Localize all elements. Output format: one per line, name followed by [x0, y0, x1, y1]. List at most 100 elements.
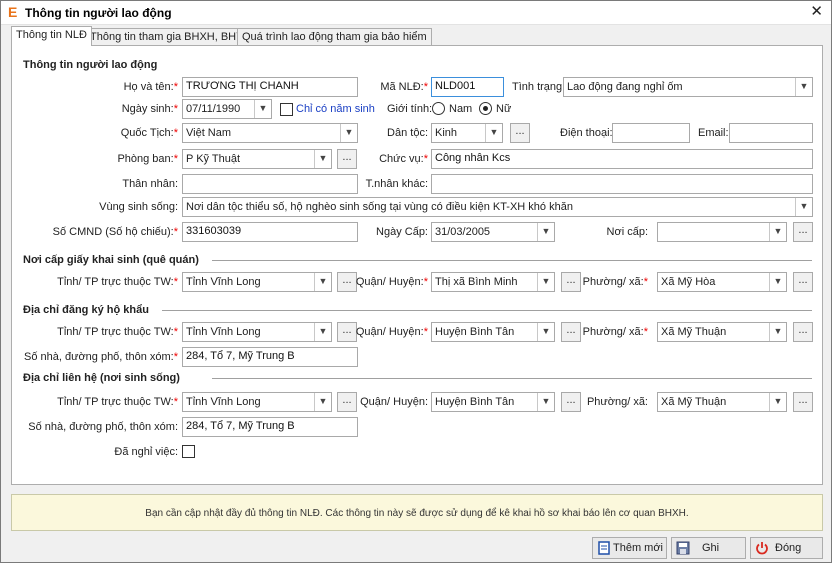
chevron-down-icon[interactable]: ▼ — [769, 223, 786, 241]
contact-huyen-more-button[interactable]: ... — [561, 392, 581, 412]
birth-xa-value: Xã Mỹ Hòa — [661, 276, 716, 288]
tab-qua-trinh-lao-dong[interactable]: Quá trình lao động tham gia bảo hiểm — [237, 28, 432, 45]
xa-label: Phường/ xã:* — [582, 276, 648, 288]
quoc-tich-label: Quốc Tịch:* — [120, 127, 178, 139]
contact-xa-more-button[interactable]: ... — [793, 392, 813, 412]
da-nghi-viec-checkbox[interactable] — [182, 445, 195, 458]
xa-label: Phường/ xã: — [586, 396, 648, 408]
new-document-icon — [598, 541, 610, 555]
dien-thoai-input[interactable] — [612, 123, 690, 143]
dong-button[interactable]: Đóng — [750, 537, 823, 559]
chevron-down-icon[interactable]: ▼ — [340, 124, 357, 142]
chi-nam-sinh-label[interactable]: Chỉ có năm sinh — [296, 103, 375, 115]
gioi-tinh-nu-radio[interactable] — [479, 102, 492, 115]
tinh-trang-label: Tình trạng: — [512, 81, 566, 93]
chevron-down-icon[interactable]: ▼ — [537, 273, 554, 291]
birth-huyen-select[interactable]: Thị xã Bình Minh ▼ — [431, 272, 555, 292]
household-huyen-select[interactable]: Huyện Bình Tân ▼ — [431, 322, 555, 342]
contact-huyen-select[interactable]: Huyện Bình Tân ▼ — [431, 392, 555, 412]
birth-xa-more-button[interactable]: ... — [793, 272, 813, 292]
dong-label: Đóng — [775, 542, 802, 554]
household-xa-value: Xã Mỹ Thuận — [661, 326, 727, 338]
nu-label: Nữ — [496, 103, 512, 115]
dan-toc-select[interactable]: Kinh ▼ — [431, 123, 503, 143]
notice-banner: Bạn cần cập nhật đầy đủ thông tin NLĐ. C… — [11, 494, 823, 531]
chevron-down-icon[interactable]: ▼ — [537, 393, 554, 411]
huyen-label: Quận/ Huyện:* — [355, 326, 428, 338]
them-moi-button[interactable]: Thêm mới — [592, 537, 667, 559]
than-nhan-input[interactable] — [182, 174, 358, 194]
chevron-down-icon[interactable]: ▼ — [314, 323, 331, 341]
da-nghi-viec-label: Đã nghỉ việc: — [114, 446, 178, 458]
noi-cap-select[interactable]: ▼ — [657, 222, 787, 242]
household-xa-more-button[interactable]: ... — [793, 322, 813, 342]
ngay-cap-picker[interactable]: 31/03/2005 ▼ — [431, 222, 555, 242]
birth-tinh-more-button[interactable]: ... — [337, 272, 357, 292]
contact-xa-value: Xã Mỹ Thuận — [661, 396, 727, 408]
contact-xa-select[interactable]: Xã Mỹ Thuận ▼ — [657, 392, 787, 412]
dan-toc-value: Kinh — [435, 127, 458, 139]
household-huyen-more-button[interactable]: ... — [561, 322, 581, 342]
chevron-down-icon[interactable]: ▼ — [254, 100, 271, 118]
so-nha-label: Số nhà, đường phố, thôn xóm: — [28, 421, 178, 433]
chuc-vu-input[interactable]: Công nhân Kcs — [431, 149, 813, 169]
contact-so-nha-input[interactable]: 284, Tổ 7, Mỹ Trung B — [182, 417, 358, 437]
ghi-button[interactable]: Ghi — [671, 537, 746, 559]
contact-tinh-more-button[interactable]: ... — [337, 392, 357, 412]
ma-nld-input[interactable]: NLD001 — [431, 77, 504, 97]
household-xa-select[interactable]: Xã Mỹ Thuận ▼ — [657, 322, 787, 342]
dan-toc-label: Dân tộc: — [387, 127, 428, 139]
noi-cap-more-button[interactable]: ... — [793, 222, 813, 242]
household-tinh-more-button[interactable]: ... — [337, 322, 357, 342]
ngay-sinh-picker[interactable]: 07/11/1990 ▼ — [182, 99, 272, 119]
section-divider — [162, 310, 812, 311]
tab-thong-tin-nld[interactable]: Thông tin NLĐ — [11, 26, 92, 46]
chevron-down-icon[interactable]: ▼ — [769, 393, 786, 411]
quoc-tich-select[interactable]: Việt Nam ▼ — [182, 123, 358, 143]
tinh-trang-select[interactable]: Lao động đang nghỉ ốm ▼ — [563, 77, 813, 97]
vung-sinh-song-select[interactable]: Nơi dân tộc thiểu số, hộ nghèo sinh sống… — [182, 197, 813, 217]
gioi-tinh-nam-radio[interactable] — [432, 102, 445, 115]
huyen-label: Quận/ Huyện: — [360, 396, 428, 408]
so-cmnd-label: Số CMND (Số hộ chiếu):* — [52, 226, 178, 238]
huyen-label: Quận/ Huyện:* — [355, 276, 428, 288]
phong-ban-label: Phòng ban:* — [117, 153, 178, 165]
household-tinh-select[interactable]: Tỉnh Vĩnh Long ▼ — [182, 322, 332, 342]
chevron-down-icon[interactable]: ▼ — [314, 150, 331, 168]
ghi-label: Ghi — [702, 542, 720, 554]
tab-tham-gia-bhxh[interactable]: Thông tin tham gia BHXH, BHYT — [85, 28, 256, 45]
section-title-birth-place: Nơi cấp giấy khai sinh (quê quán) — [23, 254, 199, 266]
chi-nam-sinh-checkbox[interactable] — [280, 103, 293, 116]
save-icon — [676, 541, 690, 555]
ma-nld-label: Mã NLĐ:* — [380, 81, 428, 93]
t-nhan-khac-label: T.nhân khác: — [365, 178, 428, 190]
household-so-nha-input[interactable]: 284, Tổ 7, Mỹ Trung B — [182, 347, 358, 367]
so-nha-label: Số nhà, đường phố, thôn xóm:* — [23, 351, 178, 363]
ho-ten-input[interactable]: TRƯƠNG THỊ CHANH — [182, 77, 358, 97]
t-nhan-khac-input[interactable] — [431, 174, 813, 194]
close-icon[interactable]: ✕ — [810, 3, 823, 21]
chevron-down-icon[interactable]: ▼ — [795, 198, 812, 216]
phong-ban-more-button[interactable]: ... — [337, 149, 357, 169]
form-panel: Thông tin người lao động Họ và tên:* TRƯ… — [11, 45, 823, 485]
chevron-down-icon[interactable]: ▼ — [314, 273, 331, 291]
chuc-vu-label: Chức vụ:* — [379, 153, 428, 165]
gioi-tinh-label: Giới tính: — [387, 103, 433, 115]
chevron-down-icon[interactable]: ▼ — [314, 393, 331, 411]
birth-tinh-value: Tỉnh Vĩnh Long — [186, 276, 261, 288]
dan-toc-more-button[interactable]: ... — [510, 123, 530, 143]
email-input[interactable] — [729, 123, 813, 143]
so-cmnd-input[interactable]: 331603039 — [182, 222, 358, 242]
chevron-down-icon[interactable]: ▼ — [769, 273, 786, 291]
chevron-down-icon[interactable]: ▼ — [769, 323, 786, 341]
chevron-down-icon[interactable]: ▼ — [537, 323, 554, 341]
phong-ban-select[interactable]: P Kỹ Thuật ▼ — [182, 149, 332, 169]
ngay-cap-label: Ngày Cấp: — [376, 226, 428, 238]
birth-tinh-select[interactable]: Tỉnh Vĩnh Long ▼ — [182, 272, 332, 292]
birth-huyen-more-button[interactable]: ... — [561, 272, 581, 292]
birth-xa-select[interactable]: Xã Mỹ Hòa ▼ — [657, 272, 787, 292]
contact-tinh-select[interactable]: Tỉnh Vĩnh Long ▼ — [182, 392, 332, 412]
chevron-down-icon[interactable]: ▼ — [537, 223, 554, 241]
chevron-down-icon[interactable]: ▼ — [485, 124, 502, 142]
chevron-down-icon[interactable]: ▼ — [795, 78, 812, 96]
